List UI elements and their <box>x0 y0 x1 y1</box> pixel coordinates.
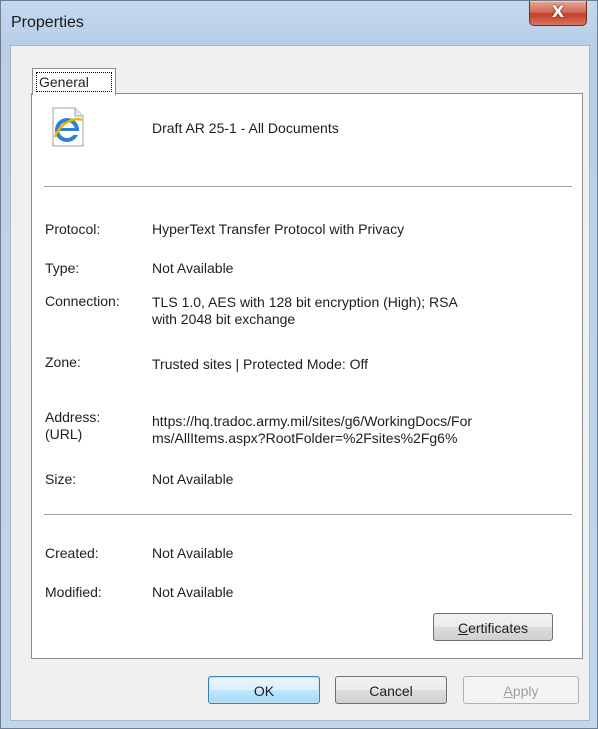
apply-button[interactable]: Apply <box>463 676 579 704</box>
zone-label: Zone: <box>45 354 81 370</box>
connection-value-line2: with 2048 bit exchange <box>152 311 296 327</box>
address-value-line1: https://hq.tradoc.army.mil/sites/g6/Work… <box>152 413 473 429</box>
document-title: Draft AR 25-1 - All Documents <box>152 120 339 136</box>
certificates-label: ertificates <box>468 620 529 636</box>
cancel-button[interactable]: Cancel <box>335 676 447 704</box>
certificates-mnemonic: C <box>457 620 469 636</box>
zone-value: Trusted sites | Protected Mode: Off <box>152 356 369 372</box>
tab-general[interactable]: General <box>32 68 116 95</box>
type-label: Type: <box>45 260 80 276</box>
close-icon: X <box>551 2 565 21</box>
size-value: Not Available <box>152 471 234 487</box>
apply-label: pply <box>512 683 539 699</box>
protocol-value: HyperText Transfer Protocol with Privacy <box>152 221 405 237</box>
address-value: https://hq.tradoc.army.mil/sites/g6/Work… <box>152 413 580 447</box>
general-tab-panel: Draft AR 25-1 - All Documents Protocol: … <box>31 93 583 659</box>
title-bar[interactable]: Properties X <box>1 1 597 45</box>
separator-top <box>44 186 572 188</box>
close-button[interactable]: X <box>529 1 587 26</box>
dialog-client-area: General Draft AR 25-1 - All Documents Pr… <box>10 45 590 721</box>
created-value: Not Available <box>152 545 234 561</box>
separator-bottom <box>44 514 572 516</box>
address-label-line2: (URL) <box>45 426 83 442</box>
ok-button[interactable]: OK <box>208 676 320 704</box>
certificates-button[interactable]: Certificates <box>433 613 553 641</box>
connection-value-line1: TLS 1.0, AES with 128 bit encryption (Hi… <box>152 294 458 310</box>
size-label: Size: <box>45 471 77 487</box>
connection-value: TLS 1.0, AES with 128 bit encryption (Hi… <box>152 294 572 328</box>
modified-label: Modified: <box>45 584 102 600</box>
connection-label: Connection: <box>45 293 120 309</box>
created-label: Created: <box>45 545 99 561</box>
address-label-line1: Address: <box>45 409 101 425</box>
address-label: Address: (URL) <box>45 409 100 443</box>
properties-window: Properties X General Draft AR 25-1 - All… <box>0 0 598 729</box>
type-value: Not Available <box>152 260 234 276</box>
internet-explorer-document-icon <box>52 107 84 147</box>
protocol-label: Protocol: <box>45 221 101 237</box>
tab-general-label: General <box>36 72 112 92</box>
address-value-line2: ms/AllItems.aspx?RootFolder=%2Fsites%2Fg… <box>152 430 458 446</box>
modified-value: Not Available <box>152 584 234 600</box>
window-title: Properties <box>11 14 84 31</box>
apply-mnemonic: A <box>503 683 513 699</box>
